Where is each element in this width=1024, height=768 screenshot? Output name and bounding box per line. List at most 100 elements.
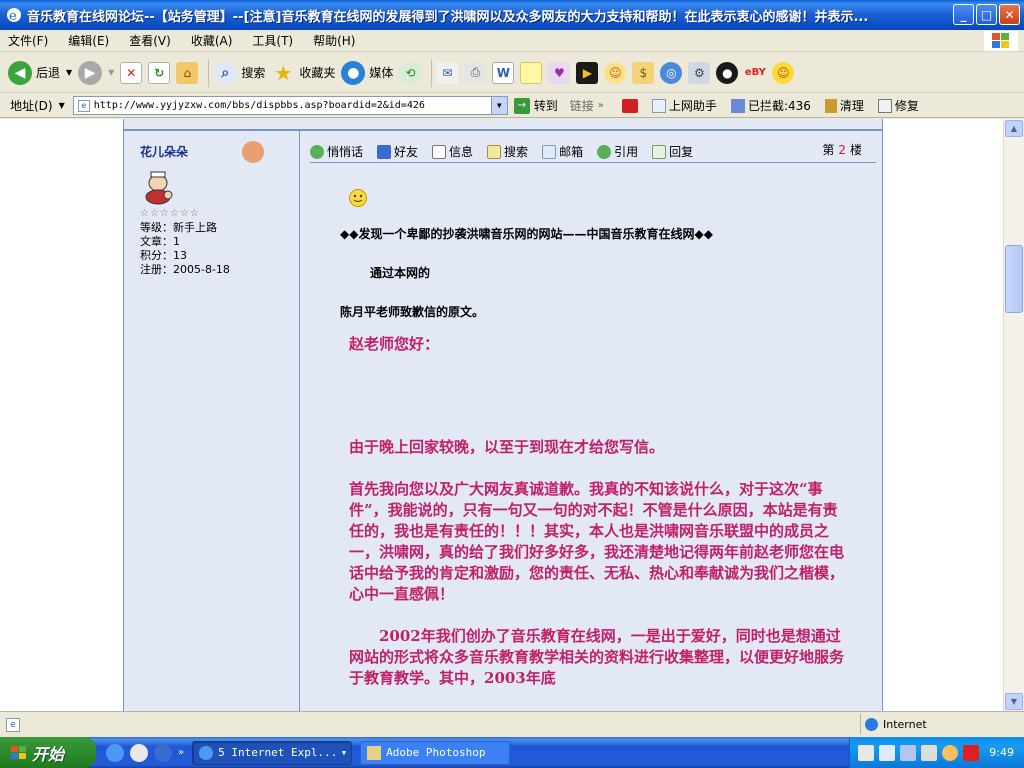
- action-friend[interactable]: 好友: [377, 143, 418, 160]
- menu-file[interactable]: 文件(F): [8, 32, 48, 49]
- post-top-strip: [124, 119, 882, 131]
- reply-icon: [652, 144, 667, 159]
- page-viewport[interactable]: 花儿朵朵 ☆☆☆☆☆☆ 等级：新手上路 文章：1 积分：13 注册：2005-8…: [0, 119, 1003, 711]
- post-line-2: 通过本网的: [370, 266, 431, 280]
- mail-icon: [542, 144, 557, 159]
- clock[interactable]: 9:49: [989, 746, 1014, 759]
- minimize-button[interactable]: _: [953, 4, 974, 25]
- messenger-icon[interactable]: ♥: [548, 61, 571, 84]
- scroll-down-button[interactable]: ▼: [1005, 693, 1023, 710]
- dropdown-icon[interactable]: ▼: [66, 68, 72, 77]
- user-level: 等级：新手上路: [140, 221, 217, 234]
- menu-bar: 文件(F) 编辑(E) 查看(V) 收藏(A) 工具(T) 帮助(H): [0, 30, 1024, 52]
- scroll-up-button[interactable]: ▲: [1005, 120, 1023, 137]
- star-icon: ★: [274, 60, 293, 85]
- action-info[interactable]: 信息: [432, 143, 473, 160]
- action-reply[interactable]: 回复: [652, 143, 693, 160]
- task-photoshop[interactable]: Adobe Photoshop: [360, 740, 511, 765]
- blocked-button[interactable]: 已拦截:436: [730, 97, 811, 114]
- toolbar-separator: [208, 58, 210, 87]
- action-mail[interactable]: 邮箱: [542, 143, 583, 160]
- close-button[interactable]: ✕: [999, 4, 1020, 25]
- page-icon: e: [77, 99, 90, 112]
- url-text: http://www.yyjyzxw.com/bbs/dispbbs.asp?b…: [93, 100, 425, 111]
- print-icon[interactable]: ⎙: [464, 61, 487, 84]
- display-icon[interactable]: [900, 744, 916, 761]
- menu-help[interactable]: 帮助(H): [313, 32, 355, 49]
- network-icon[interactable]: [879, 744, 895, 761]
- back-arrow-icon: ◀: [8, 60, 32, 85]
- home-icon[interactable]: ⌂: [176, 61, 199, 84]
- url-dropdown-icon[interactable]: ▼: [490, 97, 507, 114]
- collapse-tray-icon[interactable]: [942, 744, 958, 761]
- chevron-right-icon[interactable]: »: [598, 100, 604, 111]
- post-paragraph-3: 2002年我们创办了音乐教育在线网，一是出于爱好，同时也是想通过网站的形式将众多…: [349, 627, 845, 687]
- favorites-button[interactable]: ★ 收藏夹: [271, 57, 335, 89]
- username[interactable]: 花儿朵朵: [140, 143, 299, 160]
- clean-label: 清理: [839, 99, 864, 113]
- menu-favorites[interactable]: 收藏(A): [191, 32, 233, 49]
- search-doc-icon: [487, 144, 502, 159]
- stop-icon[interactable]: ✕: [120, 61, 143, 84]
- volume-icon[interactable]: [921, 744, 937, 761]
- forward-arrow-icon: ▶: [78, 60, 103, 85]
- scroll-thumb[interactable]: [1005, 245, 1023, 313]
- forward-button[interactable]: ▶ ▼: [78, 57, 114, 89]
- task2-label: Adobe Photoshop: [386, 746, 486, 759]
- discuss-icon[interactable]: [520, 61, 543, 84]
- search-button[interactable]: ⌕ 搜索: [213, 57, 265, 89]
- popup-blocker-icon[interactable]: [621, 98, 638, 113]
- windows-logo-icon: [984, 31, 1018, 51]
- maximize-button[interactable]: □: [976, 4, 997, 25]
- action-quote[interactable]: 引用: [597, 143, 638, 160]
- repair-label: 修复: [894, 99, 919, 113]
- history-icon[interactable]: ⟲: [399, 61, 422, 84]
- qq-penguin-icon[interactable]: ●: [716, 61, 739, 84]
- refresh-icon[interactable]: ↻: [148, 61, 171, 84]
- url-input[interactable]: e http://www.yyjyzxw.com/bbs/dispbbs.asp…: [72, 96, 508, 115]
- ebay-icon[interactable]: eBY: [744, 62, 766, 84]
- back-button[interactable]: ◀ 后退 ▼: [8, 57, 72, 89]
- action-whisper[interactable]: 悄悄话: [310, 143, 363, 160]
- windows-flag-icon: [11, 745, 26, 759]
- ie-quicklaunch-icon[interactable]: [106, 743, 124, 762]
- mail-icon[interactable]: ✉: [436, 61, 459, 84]
- tools-icon[interactable]: ⚙: [688, 61, 711, 84]
- smiley-face-icon[interactable]: ☺: [772, 61, 795, 84]
- vertical-scrollbar[interactable]: ▲ ▼: [1003, 119, 1024, 711]
- quick-launch: »: [106, 743, 184, 762]
- dropdown-icon[interactable]: ▼: [59, 101, 65, 110]
- friends-icon: [377, 144, 392, 159]
- zone-label: Internet: [883, 717, 927, 731]
- helper-button[interactable]: 上网助手: [651, 97, 717, 114]
- action-search[interactable]: 搜索: [487, 143, 528, 160]
- edit-word-icon[interactable]: W: [492, 61, 515, 84]
- globe-icon[interactable]: ◎: [660, 61, 683, 84]
- start-button[interactable]: 开始: [0, 737, 96, 768]
- helper-label: 上网助手: [668, 99, 717, 113]
- menu-view[interactable]: 查看(V): [129, 32, 171, 49]
- menu-edit[interactable]: 编辑(E): [68, 32, 109, 49]
- media-player-quicklaunch-icon[interactable]: [154, 743, 172, 762]
- links-button[interactable]: 链接: [570, 97, 594, 114]
- player-icon[interactable]: ▶: [576, 61, 599, 84]
- antivirus-icon[interactable]: [963, 744, 979, 761]
- money-bag-icon[interactable]: $: [632, 61, 655, 84]
- floor-number: 第2楼: [822, 143, 862, 157]
- title-bar[interactable]: e 音乐教育在线网论坛--【站务管理】--[注意]音乐教育在线网的发展得到了洪啸…: [0, 0, 1024, 30]
- repair-button[interactable]: 修复: [877, 97, 919, 114]
- dropdown-icon[interactable]: ▼: [108, 68, 114, 77]
- chat-icon[interactable]: ☺: [604, 61, 627, 84]
- ie-task-icon: [199, 745, 214, 760]
- go-button[interactable]: → 转到: [513, 97, 558, 114]
- task-internet-explorer[interactable]: 5 Internet Expl... ▼: [192, 740, 353, 765]
- keyboard-icon[interactable]: [858, 744, 874, 761]
- outlook-quicklaunch-icon[interactable]: [130, 743, 148, 762]
- dropdown-icon: ▼: [341, 748, 347, 757]
- clean-button[interactable]: 清理: [824, 97, 864, 114]
- menu-tools[interactable]: 工具(T): [252, 32, 293, 49]
- search-icon: ⌕: [213, 60, 238, 85]
- media-button[interactable]: ● 媒体: [341, 57, 393, 89]
- post-greeting: 赵老师您好：: [349, 335, 440, 353]
- chevron-right-icon[interactable]: »: [178, 747, 184, 758]
